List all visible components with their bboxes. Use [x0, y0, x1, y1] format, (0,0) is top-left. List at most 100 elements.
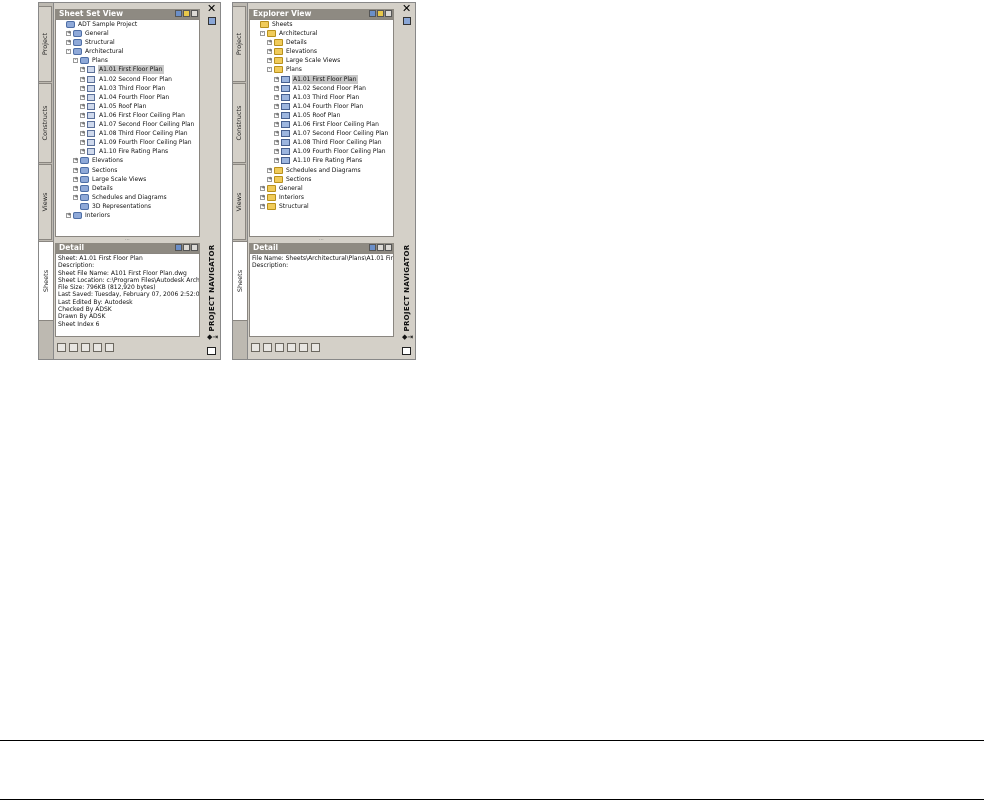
expand-icon[interactable]: +	[260, 203, 265, 209]
expand-icon[interactable]: +	[274, 158, 279, 164]
properties-menu-icon[interactable]	[207, 347, 216, 355]
copy-icon[interactable]	[311, 343, 320, 352]
tree-item[interactable]: + Elevations	[250, 47, 393, 56]
tree-item[interactable]: + A1.07 Second Floor Ceiling Plan	[56, 120, 199, 129]
tree-item[interactable]: + Large Scale Views	[250, 56, 393, 65]
collapse-icon[interactable]: -	[267, 67, 272, 73]
tree-item[interactable]: + Schedules and Diagrams	[250, 166, 393, 175]
details-icon[interactable]	[377, 244, 384, 251]
expand-icon[interactable]: +	[267, 40, 272, 46]
preview-icon[interactable]	[369, 244, 376, 251]
tree-item[interactable]: + Sections	[56, 166, 199, 175]
tree-item[interactable]: + A1.03 Third Floor Plan	[250, 93, 393, 102]
collapse-icon[interactable]: -	[73, 58, 78, 64]
collapse-icon[interactable]	[191, 10, 198, 17]
tree-item[interactable]: Sheets	[250, 20, 393, 29]
expand-icon[interactable]: +	[274, 85, 279, 91]
expand-icon[interactable]: +	[274, 112, 279, 118]
expand-icon[interactable]: +	[80, 112, 85, 118]
expand-icon[interactable]: +	[267, 58, 272, 64]
expand-icon[interactable]: +	[274, 122, 279, 128]
project-properties-icon[interactable]	[403, 17, 411, 25]
expand-icon[interactable]: +	[80, 76, 85, 82]
tree-item[interactable]: + A1.07 Second Floor Ceiling Plan	[250, 129, 393, 138]
tree-item[interactable]: - Architectural	[56, 47, 199, 56]
close-icon[interactable]: ✕	[207, 2, 216, 15]
collapse-icon[interactable]: -	[260, 31, 265, 37]
expand-icon[interactable]: +	[274, 149, 279, 155]
expand-icon[interactable]: +	[73, 176, 78, 182]
close-icon[interactable]: ✕	[402, 2, 411, 15]
collapse-icon[interactable]	[385, 10, 392, 17]
expand-icon[interactable]: +	[66, 31, 71, 37]
tree-item[interactable]: + Structural	[250, 202, 393, 211]
auto-hide-icon[interactable]: ◆⇥	[402, 333, 413, 341]
tree-item[interactable]: + A1.04 Fourth Floor Plan	[250, 102, 393, 111]
expand-icon[interactable]: +	[80, 67, 85, 73]
tree-item[interactable]: + Structural	[56, 38, 199, 47]
expand-icon[interactable]: +	[73, 185, 78, 191]
expand-icon[interactable]: +	[267, 176, 272, 182]
tree-item[interactable]: + Interiors	[250, 193, 393, 202]
expand-icon[interactable]: +	[66, 212, 71, 218]
tree-item[interactable]: + A1.01 First Floor Plan	[250, 74, 393, 84]
tab-views[interactable]: Views	[39, 164, 52, 240]
tree-item[interactable]: 3D Representations	[56, 202, 199, 211]
tree-item[interactable]: - Plans	[56, 56, 199, 65]
collapse-icon[interactable]	[191, 244, 198, 251]
expand-icon[interactable]: +	[66, 40, 71, 46]
tree-item[interactable]: + Large Scale Views	[56, 175, 199, 184]
new-sheet-icon[interactable]	[57, 343, 66, 352]
tab-constructs[interactable]: Constructs	[233, 83, 246, 163]
tree-item[interactable]: + A1.02 Second Floor Plan	[56, 75, 199, 84]
preview-icon[interactable]	[175, 244, 182, 251]
table-icon[interactable]	[287, 343, 296, 352]
tree-item[interactable]: - Plans	[250, 65, 393, 74]
project-properties-icon[interactable]	[208, 17, 216, 25]
tree-item[interactable]: + Sections	[250, 175, 393, 184]
tab-project[interactable]: Project	[39, 6, 52, 82]
tree-item[interactable]: + General	[56, 29, 199, 38]
expand-icon[interactable]: +	[267, 167, 272, 173]
new-view-icon[interactable]	[69, 343, 78, 352]
publish-icon[interactable]	[81, 343, 90, 352]
tree-item[interactable]: + A1.05 Roof Plan	[56, 102, 199, 111]
tab-sheets[interactable]: Sheets	[233, 241, 248, 321]
tree-item[interactable]: + General	[250, 184, 393, 193]
expand-icon[interactable]: +	[274, 103, 279, 109]
tree-item[interactable]: + A1.04 Fourth Floor Plan	[56, 93, 199, 102]
expand-icon[interactable]: +	[80, 131, 85, 137]
tree-item[interactable]: + A1.02 Second Floor Plan	[250, 84, 393, 93]
collapse-icon[interactable]: -	[66, 49, 71, 55]
tree-item[interactable]: + A1.10 Fire Rating Plans	[56, 147, 199, 156]
tree-item[interactable]: + A1.03 Third Floor Plan	[56, 84, 199, 93]
properties-menu-icon[interactable]	[402, 347, 411, 355]
expand-icon[interactable]: +	[260, 185, 265, 191]
collapse-icon[interactable]	[385, 244, 392, 251]
properties-icon[interactable]	[105, 343, 114, 352]
tab-sheets[interactable]: Sheets	[39, 241, 54, 321]
tree-item[interactable]: + A1.06 First Floor Ceiling Plan	[250, 120, 393, 129]
tree-item[interactable]: + A1.08 Third Floor Ceiling Plan	[250, 138, 393, 147]
folder-icon[interactable]	[183, 10, 190, 17]
tree-item[interactable]: + Details	[56, 184, 199, 193]
tab-views[interactable]: Views	[233, 164, 246, 240]
expand-icon[interactable]: +	[80, 140, 85, 146]
tree-item[interactable]: + A1.06 First Floor Ceiling Plan	[56, 111, 199, 120]
expand-icon[interactable]: +	[267, 49, 272, 55]
tree-item[interactable]: + Details	[250, 38, 393, 47]
expand-icon[interactable]: +	[80, 122, 85, 128]
expand-icon[interactable]: +	[80, 103, 85, 109]
tree-item[interactable]: + A1.09 Fourth Floor Ceiling Plan	[56, 138, 199, 147]
expand-icon[interactable]: +	[274, 94, 279, 100]
table-icon[interactable]	[93, 343, 102, 352]
sheet-set-icon[interactable]	[175, 10, 182, 17]
expand-icon[interactable]: +	[274, 76, 279, 82]
tree-item[interactable]: + A1.10 Fire Rating Plans	[250, 156, 393, 165]
tree-item[interactable]: + Interiors	[56, 211, 199, 220]
tree-item[interactable]: + Elevations	[56, 156, 199, 165]
expand-icon[interactable]: +	[260, 194, 265, 200]
expand-icon[interactable]: +	[274, 131, 279, 137]
tree-item[interactable]: - Architectural	[250, 29, 393, 38]
folder-icon[interactable]	[377, 10, 384, 17]
